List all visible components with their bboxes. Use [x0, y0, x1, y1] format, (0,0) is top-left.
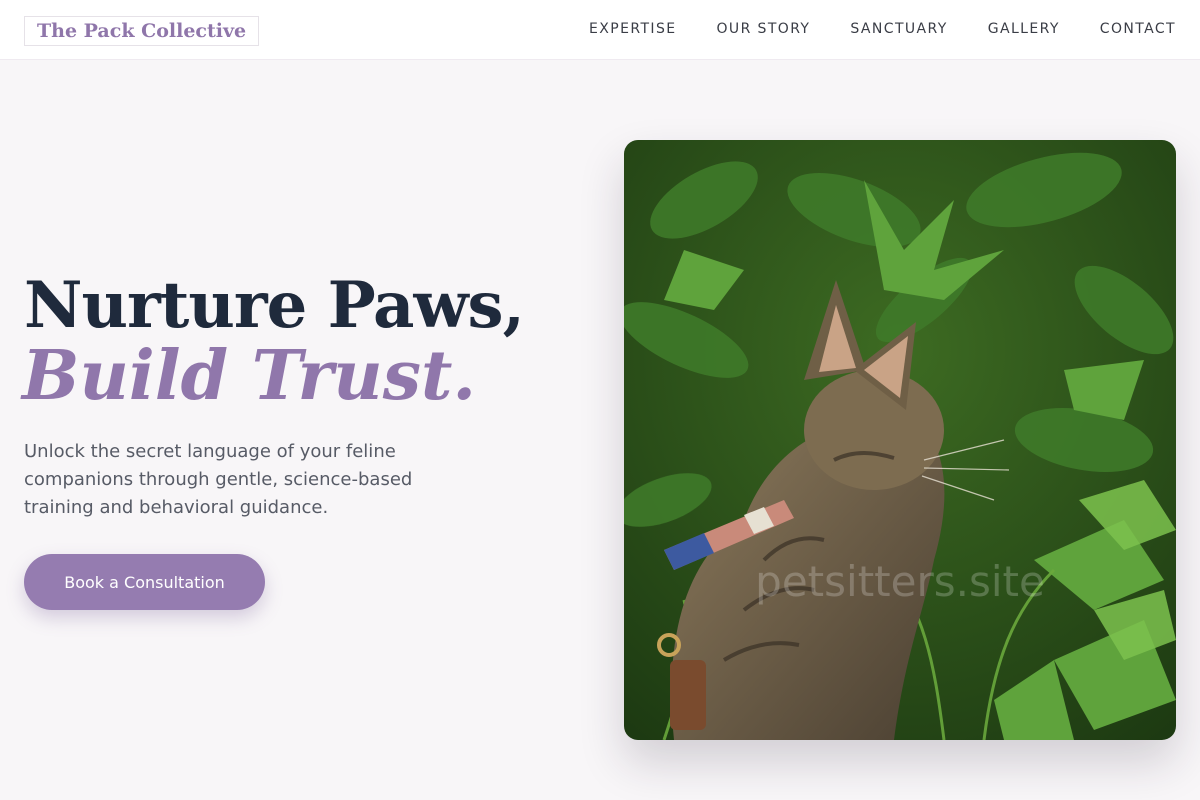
hero-subtitle: Unlock the secret language of your felin… — [24, 441, 413, 518]
nav-link-our-story[interactable]: OUR STORY — [717, 21, 811, 37]
cat-in-foliage-illustration — [624, 140, 1176, 740]
nav-link-gallery[interactable]: GALLERY — [988, 21, 1060, 37]
nav-link-expertise[interactable]: EXPERTISE — [589, 21, 676, 37]
hero-title: Nurture Paws, Build Trust. — [22, 268, 525, 416]
hero-title-line-1: Nurture Paws, — [24, 268, 525, 343]
site-logo[interactable]: The Pack Collective — [24, 16, 260, 46]
nav-link-sanctuary[interactable]: SANCTUARY — [850, 21, 947, 37]
hero-title-line-2: Build Trust. — [22, 336, 477, 416]
site-header: The Pack Collective EXPERTISE OUR STORY … — [0, 0, 1200, 60]
book-consultation-button[interactable]: Book a Consultation — [24, 554, 265, 610]
hero-cat-image: petsitters.site — [624, 140, 1176, 740]
nav-link-contact[interactable]: CONTACT — [1100, 21, 1176, 37]
main-nav: EXPERTISE OUR STORY SANCTUARY GALLERY CO… — [589, 0, 1176, 58]
